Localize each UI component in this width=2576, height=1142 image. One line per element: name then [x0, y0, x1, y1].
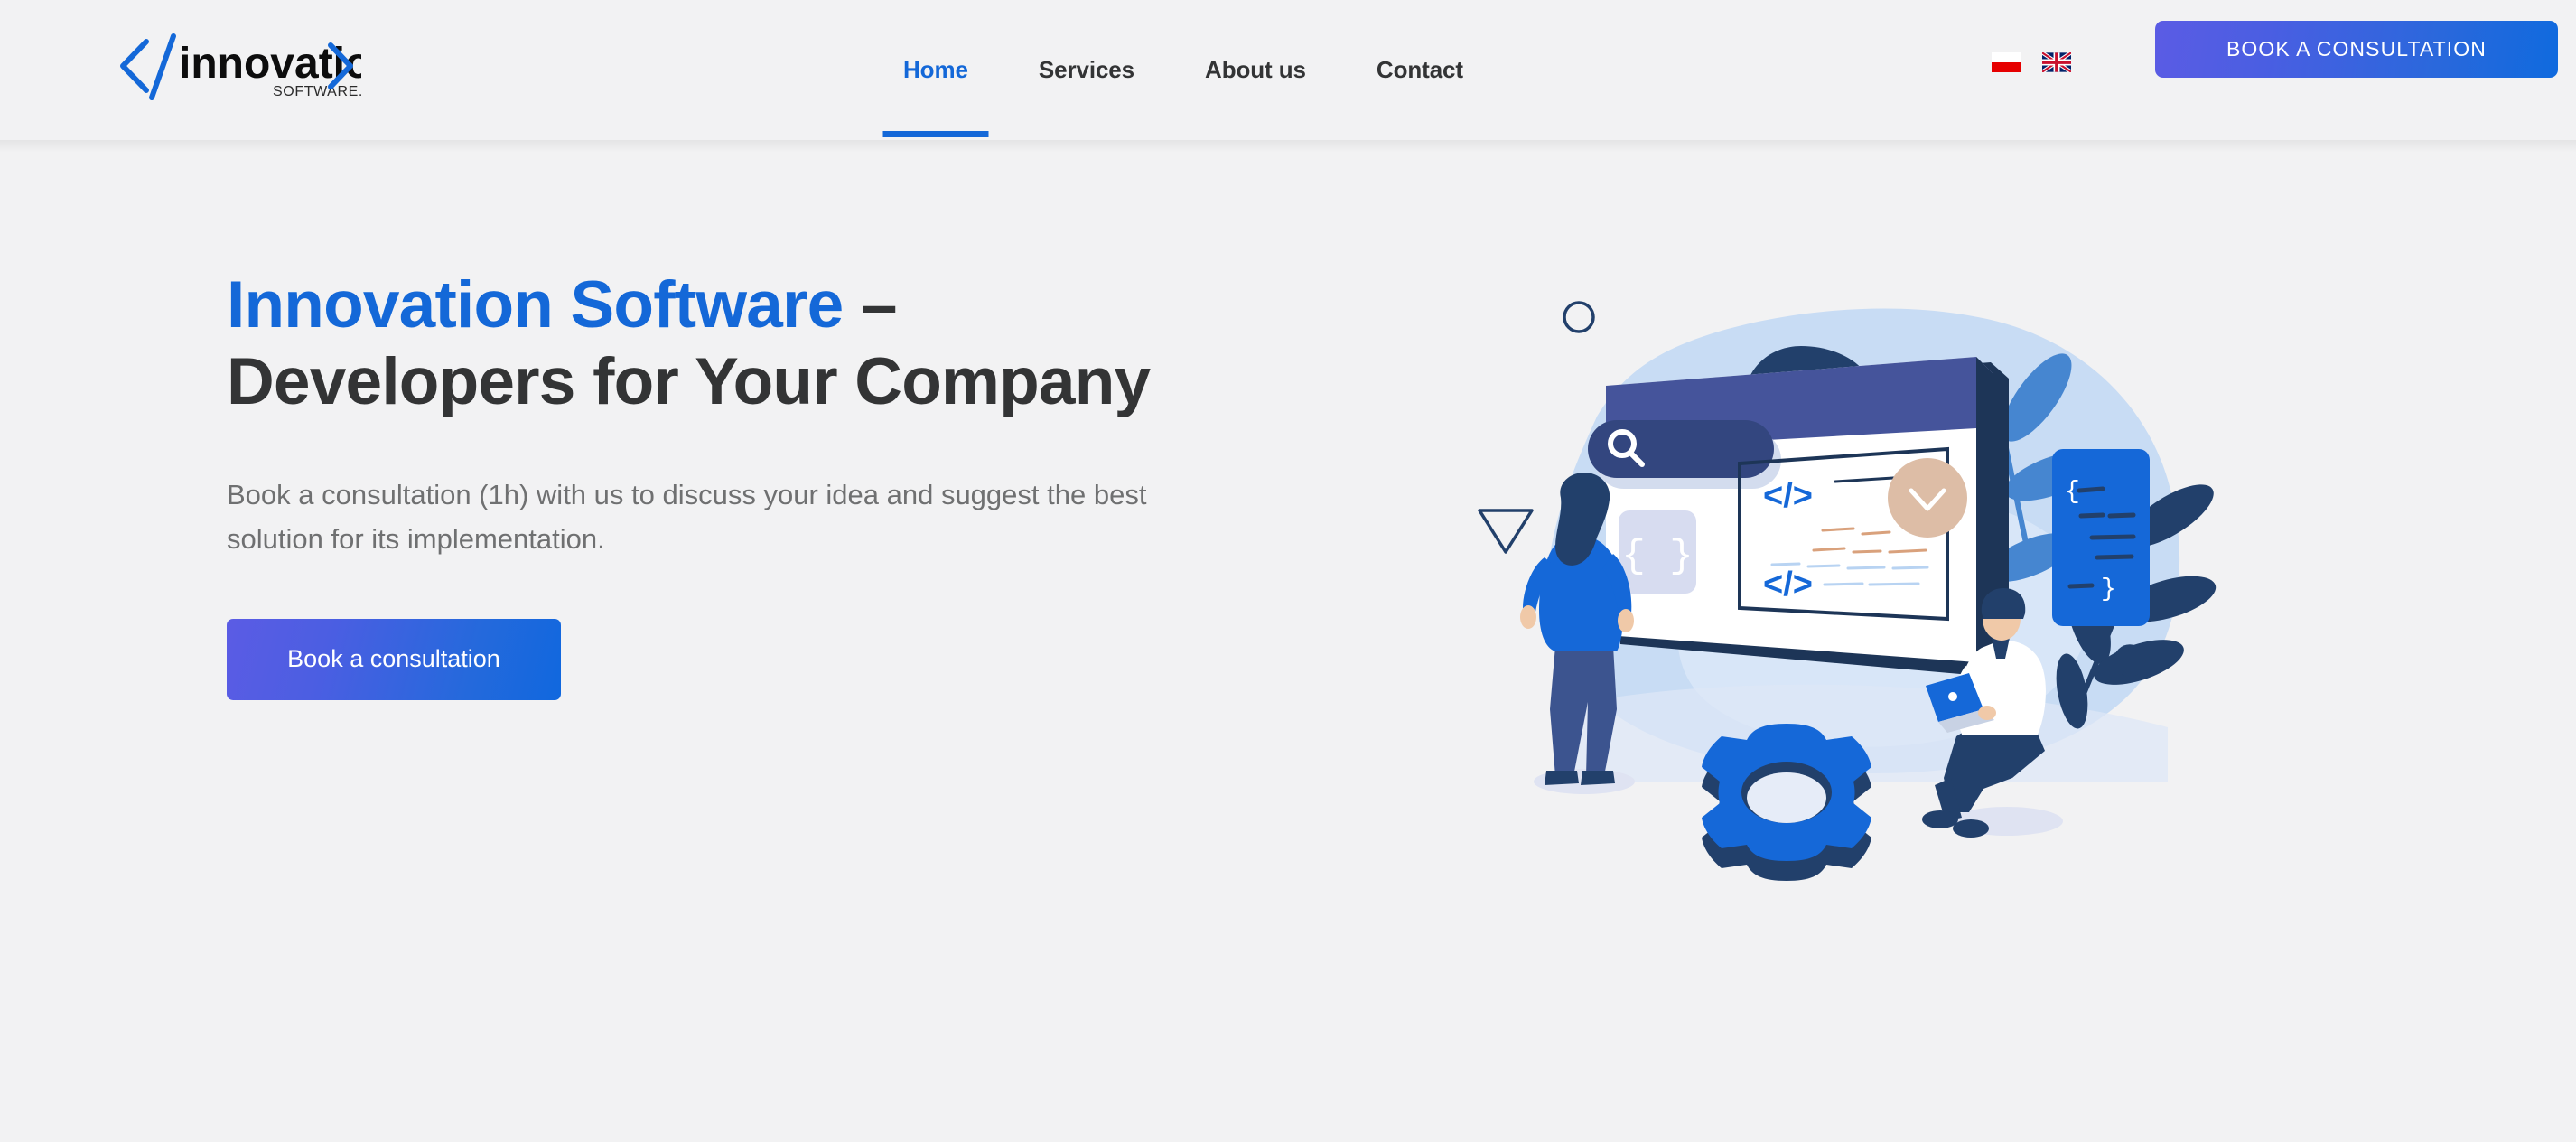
hero-title-rest: Developers for Your Company [227, 345, 1151, 419]
english-flag-icon[interactable] [2042, 52, 2071, 72]
logo-svg: innovation SOFTWARE. [120, 33, 398, 100]
language-switcher [1992, 52, 2071, 72]
decor-triangle-icon [1478, 509, 1534, 554]
search-pill [1588, 420, 1774, 478]
snippet-brace-close: } [2101, 576, 2116, 604]
nav-item-services-label: Services [1038, 56, 1135, 83]
nav-item-about-us-label: About us [1205, 56, 1306, 83]
nav-item-home[interactable]: Home [882, 0, 989, 140]
nav-item-contact-label: Contact [1376, 56, 1463, 83]
hero-title-brand: Innovation Software [227, 268, 844, 342]
logo-slash-icon [149, 33, 176, 100]
polish-flag-icon[interactable] [1992, 52, 2021, 72]
gear-icon [1702, 724, 1871, 881]
hero-title: Innovation Software – Developers for You… [227, 267, 1238, 421]
hero-section: Innovation Software – Developers for You… [0, 140, 2576, 1142]
nav-item-services[interactable]: Services [1039, 0, 1134, 140]
book-consultation-header-button[interactable]: BOOK A CONSULTATION [2155, 21, 2558, 78]
logo-angle-left-icon [120, 39, 149, 93]
nav-item-contact[interactable]: Contact [1377, 0, 1463, 140]
developers-coding-illustration-svg: { } </> </> {} [1478, 301, 2217, 881]
logo-tagline: SOFTWARE. [273, 84, 361, 99]
code-tag-top-icon: </> [1763, 477, 1813, 515]
site-logo[interactable]: innovation SOFTWARE. [108, 25, 398, 107]
nav-item-about-us[interactable]: About us [1205, 0, 1306, 140]
chevron-down-badge [1888, 458, 1967, 538]
code-tag-bottom-icon: </> [1763, 566, 1813, 604]
nav-active-indicator [882, 131, 989, 137]
hero-illustration: { } </> </> {} [1445, 239, 2222, 926]
hero-copy: Innovation Software – Developers for You… [227, 267, 1238, 700]
book-consultation-hero-button[interactable]: Book a consultation [227, 618, 561, 700]
browser-window: { } </> </> [1588, 357, 2009, 677]
code-snippet-card: { } [2052, 449, 2150, 626]
site-header: innovation SOFTWARE. Home Services About… [0, 0, 2576, 153]
nav-item-home-label: Home [903, 56, 968, 83]
braces-glyph: { } [1621, 534, 1693, 579]
main-navigation: Home Services About us Contact [882, 0, 1463, 140]
decor-circle-top-icon [1563, 301, 1595, 333]
hero-subtitle: Book a consultation (1h) with us to disc… [227, 478, 1147, 555]
hero-title-dash: – [843, 268, 898, 342]
